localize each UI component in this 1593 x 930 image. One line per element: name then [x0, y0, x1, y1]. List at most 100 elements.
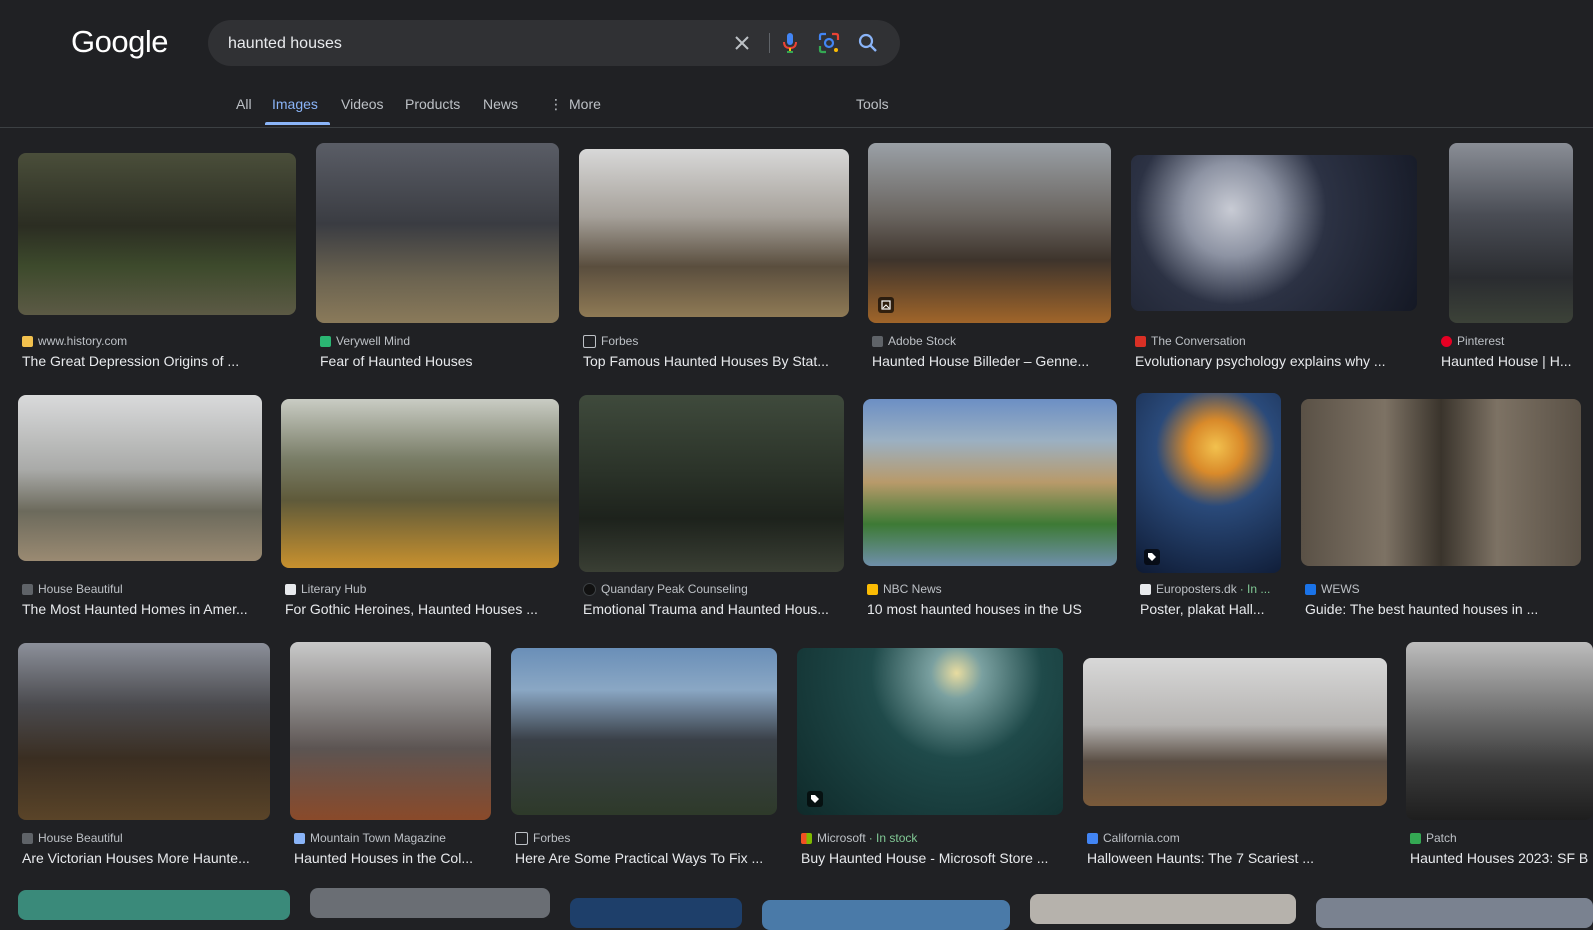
result-thumbnail[interactable] [310, 888, 550, 918]
result-title: Haunted House Billeder – Genne... [872, 353, 1090, 369]
site-favicon [285, 583, 296, 595]
result-source: Literary Hub [285, 582, 555, 596]
site-favicon [515, 831, 528, 845]
site-favicon [22, 583, 33, 595]
result-source: California.com [1087, 831, 1383, 845]
result-source: Europosters.dk · In ... [1140, 582, 1279, 596]
result-title: Here Are Some Practical Ways To Fix ... [515, 850, 764, 866]
image-result[interactable]: House Beautiful The Most Haunted Homes i… [18, 391, 262, 621]
image-result[interactable]: Europosters.dk · In ... Poster, plakat Ha… [1136, 391, 1281, 621]
site-favicon [1135, 335, 1146, 347]
result-thumbnail [579, 395, 844, 572]
microphone-icon[interactable] [778, 31, 802, 55]
header-divider [0, 127, 1593, 128]
image-result[interactable]: Quandary Peak Counseling Emotional Traum… [579, 391, 844, 621]
image-result[interactable]: Adobe Stock Haunted House Billeder – Gen… [868, 143, 1111, 373]
result-title: Haunted Houses in the Col... [294, 850, 473, 866]
result-thumbnail [281, 399, 559, 568]
result-title: Emotional Trauma and Haunted Hous... [583, 601, 829, 617]
image-result[interactable]: Forbes Here Are Some Practical Ways To F… [511, 640, 777, 870]
result-thumbnail [579, 149, 849, 317]
tab-images[interactable]: Images [272, 96, 318, 112]
result-thumbnail[interactable] [762, 900, 1010, 930]
search-icon[interactable] [856, 31, 880, 55]
result-title: 10 most haunted houses in the US [867, 601, 1082, 617]
result-title: The Great Depression Origins of ... [22, 353, 240, 369]
result-source: Forbes [515, 831, 773, 845]
tab-news[interactable]: News [483, 96, 518, 112]
result-thumbnail [18, 153, 296, 315]
image-badge-icon [878, 297, 894, 313]
result-title: Halloween Haunts: The 7 Scariest ... [1087, 850, 1314, 866]
result-source: House Beautiful [22, 582, 258, 596]
site-favicon [1441, 335, 1452, 347]
result-title: Haunted Houses 2023: SF B [1410, 850, 1589, 866]
image-result[interactable]: Forbes Top Famous Haunted Houses By Stat… [579, 143, 849, 373]
tag-icon [807, 791, 823, 807]
result-thumbnail [1083, 658, 1387, 806]
image-result[interactable]: Patch Haunted Houses 2023: SF B [1406, 640, 1593, 870]
image-result[interactable]: WEWS Guide: The best haunted houses in .… [1301, 391, 1581, 621]
result-thumbnail[interactable] [1316, 898, 1593, 928]
result-source: The Conversation [1135, 334, 1413, 348]
result-thumbnail [1136, 393, 1281, 573]
site-favicon [320, 335, 331, 347]
result-thumbnail [797, 648, 1063, 815]
more-dots-icon: ⋮ [549, 96, 563, 112]
image-result[interactable]: www.history.com The Great Depression Ori… [18, 143, 296, 373]
result-thumbnail[interactable] [18, 890, 290, 920]
site-favicon [583, 334, 596, 348]
site-favicon [867, 583, 878, 595]
image-result[interactable]: California.com Halloween Haunts: The 7 S… [1083, 640, 1387, 870]
result-title: Are Victorian Houses More Haunte... [22, 850, 250, 866]
result-title: Poster, plakat Hall... [1140, 601, 1265, 617]
image-result[interactable]: The Conversation Evolutionary psychology… [1131, 143, 1417, 373]
result-title: Evolutionary psychology explains why ... [1135, 353, 1386, 369]
image-result[interactable]: House Beautiful Are Victorian Houses Mor… [18, 640, 270, 870]
result-thumbnail[interactable] [570, 898, 742, 928]
image-result[interactable]: Microsoft · In stock Buy Haunted House - … [797, 640, 1063, 870]
image-result[interactable]: Pinterest Haunted House | H... [1437, 143, 1593, 373]
lens-icon[interactable] [817, 31, 841, 55]
tab-all[interactable]: All [236, 96, 252, 112]
result-thumbnail [863, 399, 1117, 566]
search-tabs: All Images Videos Products News ⋮ More To… [0, 90, 1593, 126]
result-source: Mountain Town Magazine [294, 831, 487, 845]
result-thumbnail [1131, 155, 1417, 311]
result-source: Microsoft · In stock [801, 831, 1059, 845]
search-bar[interactable] [208, 20, 900, 68]
result-source: Pinterest [1441, 334, 1591, 348]
tab-videos[interactable]: Videos [341, 96, 384, 112]
result-source: House Beautiful [22, 831, 266, 845]
result-thumbnail [868, 143, 1111, 323]
tools-button[interactable]: Tools [856, 96, 889, 112]
more-menu[interactable]: ⋮ More [549, 96, 601, 113]
result-source: NBC News [867, 582, 1113, 596]
clear-icon[interactable] [730, 31, 754, 55]
site-favicon [294, 832, 305, 844]
image-result[interactable]: Verywell Mind Fear of Haunted Houses [316, 143, 559, 373]
image-result[interactable]: Mountain Town Magazine Haunted Houses in… [290, 640, 491, 870]
google-logo[interactable]: Google [71, 24, 168, 60]
result-source: Quandary Peak Counseling [583, 582, 840, 596]
result-thumbnail [18, 643, 270, 820]
result-source: www.history.com [22, 334, 292, 348]
result-thumbnail [511, 648, 777, 815]
site-favicon [801, 832, 812, 844]
result-title: Haunted House | H... [1441, 353, 1572, 369]
site-favicon [1140, 583, 1151, 595]
result-thumbnail[interactable] [1030, 894, 1296, 924]
tab-products[interactable]: Products [405, 96, 460, 112]
image-result[interactable]: NBC News 10 most haunted houses in the U… [863, 391, 1117, 621]
site-favicon [583, 582, 596, 596]
result-thumbnail [1406, 642, 1593, 820]
result-source: WEWS [1305, 582, 1577, 596]
search-divider [769, 33, 770, 53]
result-title: Buy Haunted House - Microsoft Store ... [801, 850, 1049, 866]
result-title: Top Famous Haunted Houses By Stat... [583, 353, 829, 369]
search-input[interactable] [226, 20, 710, 68]
result-title: Guide: The best haunted houses in ... [1305, 601, 1539, 617]
site-favicon [872, 335, 883, 347]
result-source: Patch [1410, 831, 1593, 845]
image-result[interactable]: Literary Hub For Gothic Heroines, Haunte… [281, 391, 559, 621]
